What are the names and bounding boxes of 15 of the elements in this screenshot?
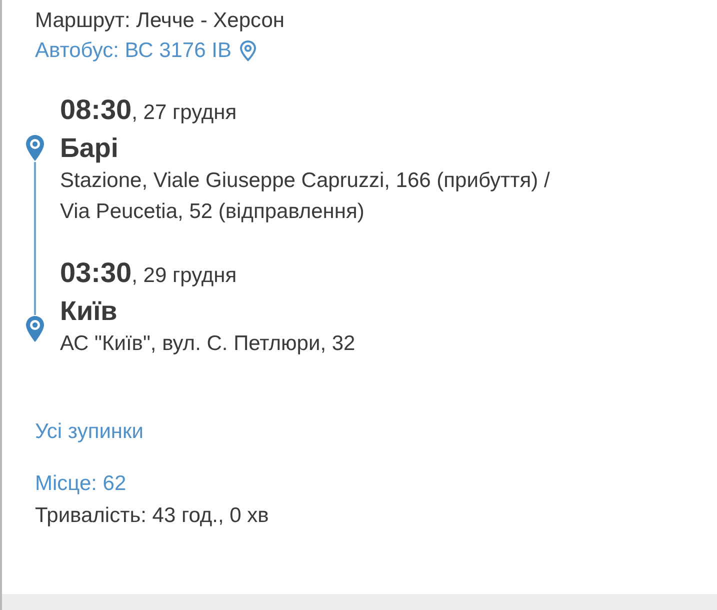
route-text: Маршрут: Лечче - Херсон bbox=[35, 8, 286, 34]
location-icon bbox=[239, 40, 258, 62]
city-name: Київ bbox=[60, 295, 118, 328]
all-stops-link[interactable]: Усі зупинки bbox=[35, 417, 144, 447]
address-text: Stazione, Viale Giuseppe Capruzzi, 166 (прибуття) / bbox=[60, 168, 550, 194]
seat-text: Місце: 62 bbox=[35, 471, 128, 497]
map-pin-icon bbox=[25, 315, 45, 343]
map-pin-icon bbox=[25, 134, 45, 162]
duration-text: Тривалість: 43 год., 0 хв bbox=[35, 503, 270, 529]
address-text: АС "Київ", вул. С. Петлюри, 32 bbox=[60, 331, 356, 357]
bus-link[interactable]: Автобус: ВС 3176 ІВ bbox=[35, 36, 232, 66]
departure-time: 08:30, 27 грудня bbox=[60, 93, 238, 127]
address-text: Via Peucetia, 52 (відправлення) bbox=[60, 199, 366, 225]
departure-time: 03:30, 29 грудня bbox=[60, 256, 238, 290]
city-name: Барі bbox=[60, 132, 120, 165]
